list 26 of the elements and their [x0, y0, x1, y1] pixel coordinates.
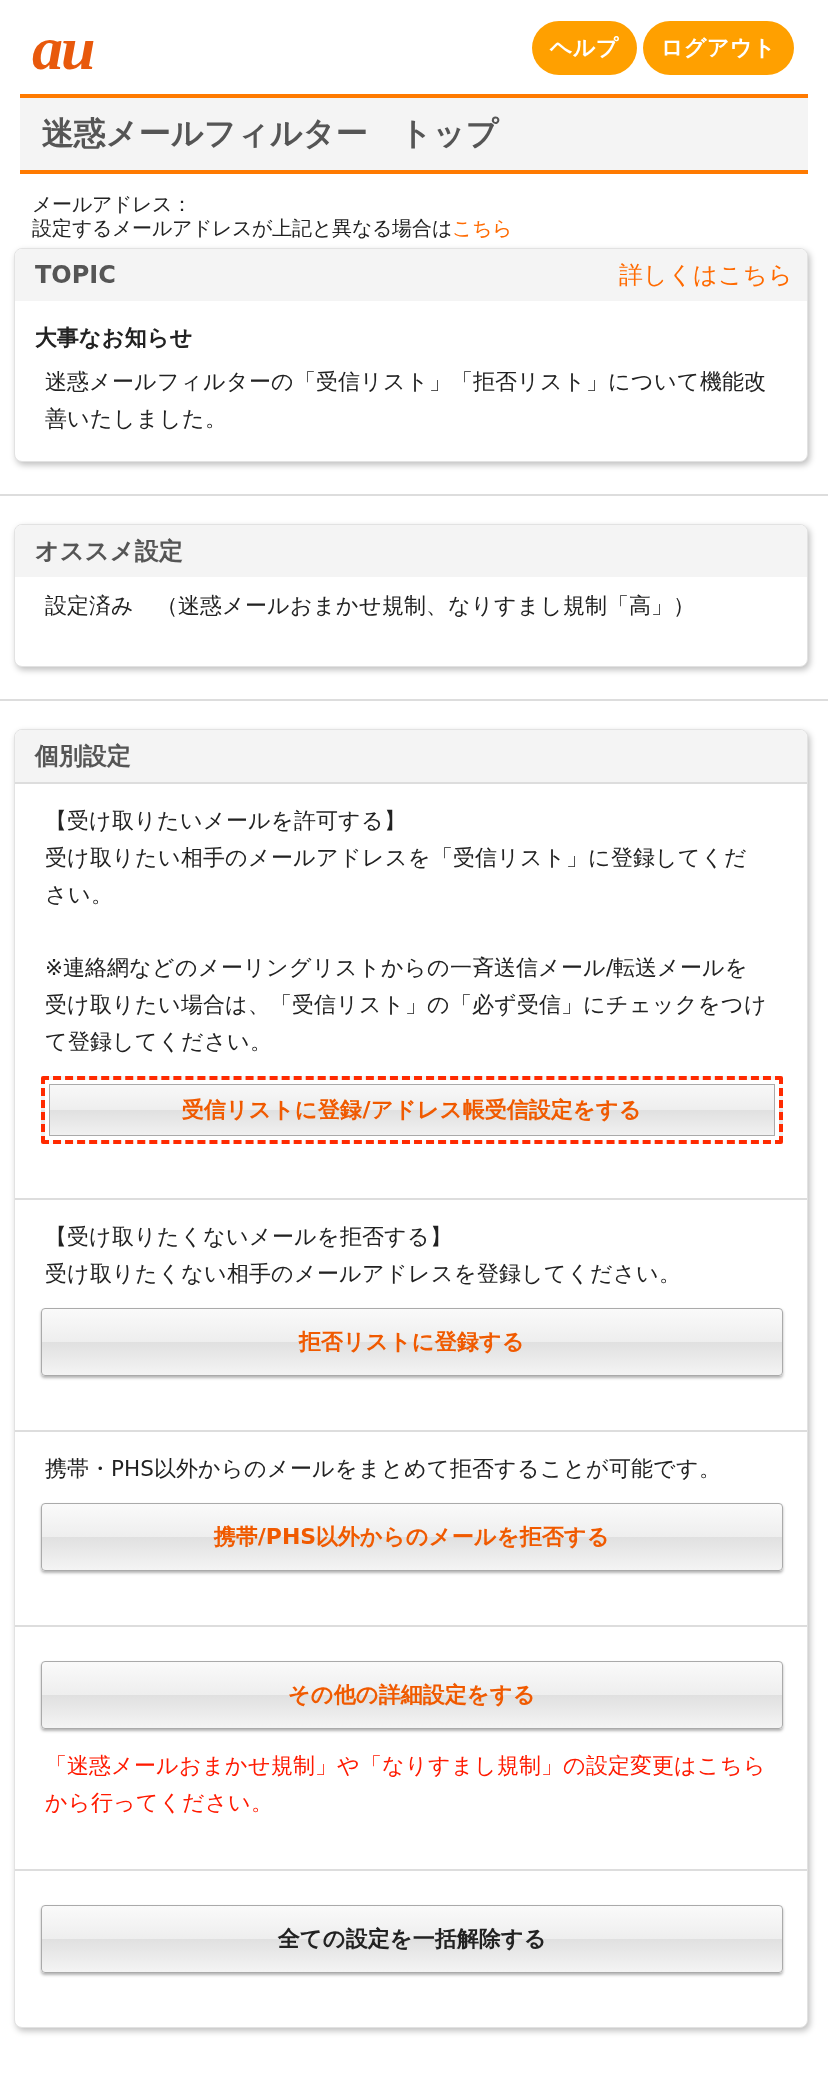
section-text: 受け取りたくない相手のメールアドレスを登録してください。: [44, 1260, 682, 1288]
section-text: 携帯・PHS以外からのメールをまとめて拒否することが可能です。: [44, 1455, 722, 1483]
action-button[interactable]: 受信リストに登録/アドレス帳受信設定をする: [41, 1076, 783, 1144]
header-button[interactable]: ヘルプ: [532, 21, 637, 75]
topic-heading: 大事なお知らせ: [34, 324, 194, 352]
action-button[interactable]: 拒否リストに登録する: [41, 1308, 783, 1376]
card-title: オススメ設定: [35, 536, 183, 567]
action-button[interactable]: 携帯/PHS以外からのメールを拒否する: [41, 1503, 783, 1571]
card-title: TOPIC: [35, 261, 116, 289]
au-logo: au: [32, 20, 94, 76]
note-text: 「迷惑メールおまかせ規制」や「なりすまし規制」の設定変更はこちらから行ってください。: [44, 1752, 767, 1817]
topic-text: 迷惑メールフィルターの「受信リスト」「拒否リスト」について機能改善いたしました。: [44, 368, 767, 433]
recommended-status: 設定済み （迷惑メールおまかせ規制、なりすまし規制「高」）: [44, 592, 696, 620]
header-button[interactable]: ログアウト: [643, 21, 794, 75]
details-link[interactable]: 詳しくはこちら: [619, 259, 793, 291]
here-link[interactable]: こちら: [452, 216, 512, 240]
section-text: 【受け取りたいメールを許可する】: [44, 807, 407, 835]
action-button[interactable]: その他の詳細設定をする: [41, 1661, 783, 1729]
section-text: ※連絡網などのメーリングリストからの一斉送信メール/転送メールを受け取りたい場合は、「受信リスト」の「必ず受信」にチェックをつけて登録してください。: [44, 954, 768, 1056]
address-label: メールアドレス：: [32, 192, 193, 216]
address-note: 設定するメールアドレスが上記と異なる場合は: [32, 216, 452, 240]
section-text: 【受け取りたくないメールを拒否する】: [44, 1223, 453, 1251]
card-title: 個別設定: [35, 741, 131, 772]
action-button[interactable]: 全ての設定を一括解除する: [41, 1905, 783, 1973]
page-title: 迷惑メールフィルター トップ: [20, 94, 808, 174]
section-text: 受け取りたい相手のメールアドレスを「受信リスト」に登録してください。: [44, 844, 748, 909]
